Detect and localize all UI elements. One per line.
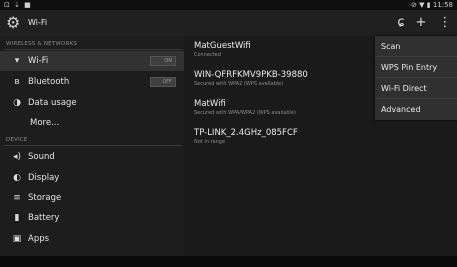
sidebar-item-label: More... bbox=[30, 118, 60, 128]
bluetooth-icon: ʙ bbox=[14, 77, 20, 87]
network-name: MatWifi bbox=[194, 99, 226, 109]
network-name: WIN-QFRFKMV9PKB-39880 bbox=[194, 70, 308, 80]
sidebar-item-label: Bluetooth bbox=[28, 77, 70, 87]
network-status: Connected bbox=[194, 52, 221, 58]
status-bar: ⊡ ⇣ ■ ⊘ ▼ ▮ 11:58 bbox=[0, 0, 457, 10]
sidebar-item-sound[interactable]: ◂) Sound bbox=[0, 147, 184, 167]
storage-icon: ≡ bbox=[13, 193, 21, 203]
sidebar-item-label: Wi-Fi bbox=[28, 56, 49, 66]
menu-item-label: WPS Pin Entry bbox=[381, 63, 438, 72]
wps-button[interactable]: ɕ bbox=[392, 14, 410, 32]
network-status: Secured with WPA/WPA2 (WPS available) bbox=[194, 110, 296, 116]
sidebar-item-bluetooth[interactable]: ʙ Bluetooth OFF bbox=[0, 72, 184, 92]
section-header-device: DEVICE bbox=[6, 137, 28, 143]
gear-icon: ⚙ bbox=[6, 13, 21, 32]
sidebar-item-more[interactable]: More... bbox=[0, 113, 184, 133]
add-network-button[interactable]: + bbox=[412, 14, 430, 32]
sidebar-item-display[interactable]: ◐ Display bbox=[0, 168, 184, 188]
overflow-menu: Scan WPS Pin Entry Wi-Fi Direct Advanced bbox=[375, 36, 457, 120]
action-bar: ⚙ Wi-Fi ɕ + ⋮ bbox=[0, 10, 457, 37]
navigation-bar bbox=[0, 256, 457, 267]
sidebar-item-data-usage[interactable]: ◑ Data usage bbox=[0, 93, 184, 113]
network-status: Not in range bbox=[194, 139, 226, 145]
sidebar-item-label: Data usage bbox=[28, 98, 77, 108]
sidebar-item-label: Sound bbox=[28, 152, 55, 162]
menu-item-label: Advanced bbox=[381, 105, 421, 114]
status-notification-icons: ⊡ ⇣ ■ bbox=[4, 1, 32, 9]
sound-icon: ◂) bbox=[12, 152, 22, 162]
settings-sidebar: WIRELESS & NETWORKS ▾ Wi-Fi ON ʙ Bluetoo… bbox=[0, 36, 184, 256]
sidebar-item-label: Apps bbox=[28, 234, 50, 244]
bluetooth-toggle[interactable]: OFF bbox=[150, 77, 176, 87]
section-divider bbox=[4, 145, 182, 146]
wifi-toggle[interactable]: ON bbox=[150, 56, 176, 66]
network-name: TP-LINK_2.4GHz_085FCF bbox=[194, 128, 298, 138]
menu-item-wifi-direct[interactable]: Wi-Fi Direct bbox=[375, 78, 457, 99]
wifi-icon: ▾ bbox=[14, 56, 20, 66]
page-title: Wi-Fi bbox=[28, 18, 48, 27]
sidebar-item-wifi[interactable]: ▾ Wi-Fi ON bbox=[0, 51, 184, 71]
menu-item-scan[interactable]: Scan bbox=[375, 36, 457, 57]
menu-item-advanced[interactable]: Advanced bbox=[375, 99, 457, 120]
menu-item-wps-pin-entry[interactable]: WPS Pin Entry bbox=[375, 57, 457, 78]
overflow-menu-button[interactable]: ⋮ bbox=[436, 14, 454, 32]
menu-item-label: Scan bbox=[381, 42, 401, 51]
sidebar-item-battery[interactable]: ▮ Battery bbox=[0, 208, 184, 228]
sidebar-item-label: Battery bbox=[28, 213, 60, 223]
battery-icon: ▮ bbox=[14, 213, 20, 223]
section-header-wireless: WIRELESS & NETWORKS bbox=[6, 41, 78, 47]
sidebar-item-label: Storage bbox=[28, 193, 62, 203]
section-divider bbox=[4, 49, 182, 50]
display-icon: ◐ bbox=[13, 173, 21, 183]
network-item[interactable]: TP-LINK_2.4GHz_085FCF Not in range bbox=[184, 128, 457, 150]
sidebar-item-label: Display bbox=[28, 173, 60, 183]
sidebar-item-storage[interactable]: ≡ Storage bbox=[0, 188, 184, 208]
status-system-icons: ⊘ ▼ ▮ 11:58 bbox=[411, 1, 453, 9]
network-status: Secured with WPA2 (WPS available) bbox=[194, 81, 284, 87]
menu-item-label: Wi-Fi Direct bbox=[381, 84, 427, 93]
sidebar-item-apps[interactable]: ▣ Apps bbox=[0, 229, 184, 249]
network-name: MatGuestWifi bbox=[194, 41, 251, 51]
apps-icon: ▣ bbox=[12, 234, 22, 244]
data-usage-icon: ◑ bbox=[13, 98, 21, 108]
